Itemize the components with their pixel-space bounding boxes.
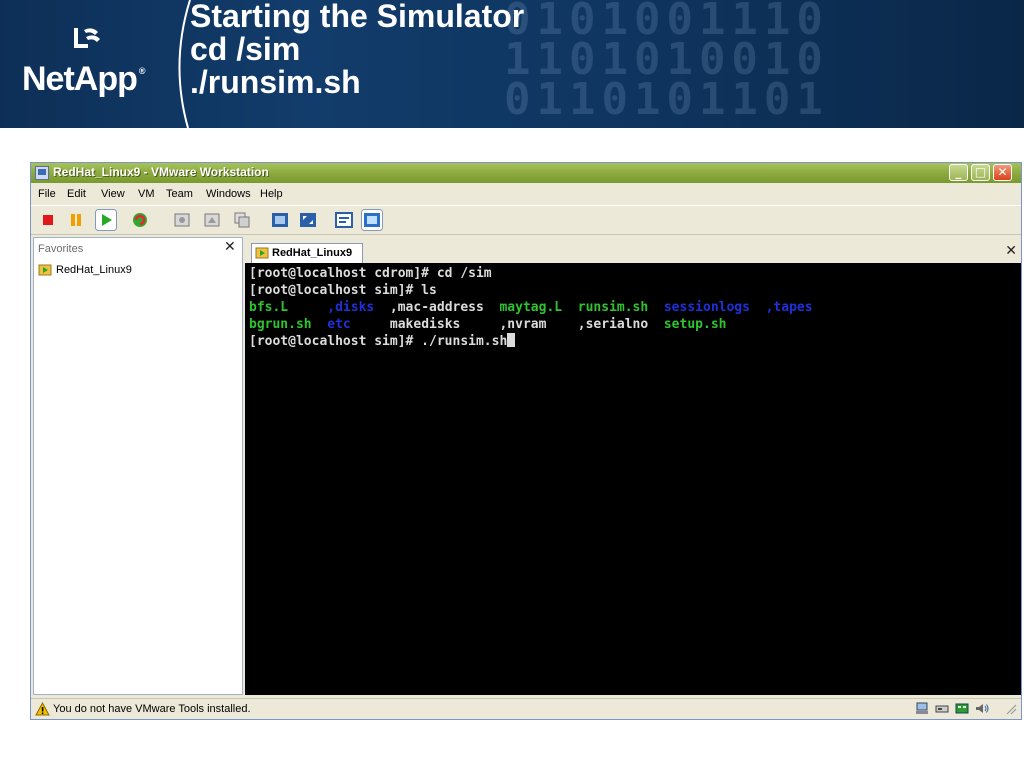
window-title: RedHat_Linux9 - VMware Workstation (53, 165, 269, 179)
minimize-button[interactable]: _ (949, 164, 968, 181)
console-tab-strip: RedHat_Linux9 ✕ (245, 241, 1021, 263)
vm-console-terminal[interactable]: [root@localhost cdrom]# cd /sim [root@loc… (245, 263, 1021, 695)
close-button[interactable]: ✕ (993, 164, 1012, 181)
hard-disk-icon[interactable] (935, 702, 949, 715)
status-bar: You do not have VMware Tools installed. (31, 698, 1021, 719)
reset-icon[interactable] (131, 211, 149, 229)
vm-running-icon (38, 264, 52, 276)
netapp-logo-mark-icon (74, 28, 100, 48)
terminal-text: maytag.L (499, 300, 578, 315)
summary-view-icon[interactable] (335, 211, 353, 229)
terminal-text: makedisks (389, 317, 500, 332)
menu-team[interactable]: Team (166, 188, 193, 200)
binary-background-decoration: 0101001110 1101010010 0110101101 (504, 0, 829, 125)
revert-snapshot-icon[interactable] (203, 211, 221, 229)
terminal-text: ,disks (327, 300, 390, 315)
status-message: You do not have VMware Tools installed. (53, 703, 251, 715)
terminal-cursor (507, 333, 516, 347)
logo-wordmark: NetApp ® (22, 60, 145, 98)
tab-close-button[interactable]: ✕ (1005, 243, 1017, 259)
favorites-close-button[interactable]: ✕ (224, 239, 236, 255)
favorites-title: Favorites (38, 243, 84, 255)
terminal-text: [root@localhost cdrom]# cd /sim (249, 266, 492, 281)
warning-icon (35, 702, 50, 716)
tab-redhat-linux9[interactable]: RedHat_Linux9 (251, 243, 363, 263)
terminal-text: [root@localhost sim]# ./runsim.sh (249, 334, 508, 349)
terminal-text: sessionlogs (663, 300, 766, 315)
title-line: ./runsim.sh (190, 64, 361, 100)
snapshot-manager-icon[interactable] (233, 211, 251, 229)
terminal-text: ,mac-address (389, 300, 500, 315)
tab-label: RedHat_Linux9 (272, 247, 353, 259)
netapp-logo: NetApp ® (18, 20, 168, 110)
terminal-text: setup.sh (663, 317, 727, 332)
terminal-line: bgrun.sh etc makedisks ,nvram ,serialno … (249, 316, 1021, 333)
slide-header: 0101001110 1101010010 0110101101 NetApp ® S… (0, 0, 1024, 128)
terminal-text: ,nvram (499, 317, 578, 332)
vm-running-icon (255, 247, 269, 259)
window-titlebar[interactable]: RedHat_Linux9 - VMware Workstation _ □ ✕ (31, 163, 1021, 183)
terminal-line: [root@localhost cdrom]# cd /sim (249, 265, 1021, 282)
terminal-text: [root@localhost sim]# ls (249, 283, 437, 298)
snapshot-icon[interactable] (173, 211, 191, 229)
toolbar (31, 205, 1021, 235)
menu-view[interactable]: View (101, 188, 125, 200)
menu-file[interactable]: File (38, 188, 56, 200)
terminal-text: ,tapes (765, 300, 813, 315)
resize-grip-icon[interactable] (1003, 702, 1017, 715)
suspend-icon[interactable] (67, 211, 85, 229)
slide-title: Starting the Simulator cd /sim ./runsim.… (190, 0, 524, 99)
terminal-text: ,serialno (577, 317, 664, 332)
network-adapter-icon[interactable] (955, 702, 969, 715)
power-off-icon[interactable] (39, 211, 57, 229)
terminal-text: etc (327, 317, 390, 332)
menu-windows[interactable]: Windows (206, 188, 251, 200)
menu-vm[interactable]: VM (138, 188, 155, 200)
title-line: cd /sim (190, 31, 301, 67)
quick-switch-icon[interactable] (299, 211, 317, 229)
vmware-window: RedHat_Linux9 - VMware Workstation _ □ ✕… (30, 162, 1022, 720)
maximize-button[interactable]: □ (971, 164, 990, 181)
favorites-panel: Favorites ✕ RedHat_Linux9 (33, 237, 243, 695)
full-screen-icon[interactable] (271, 211, 289, 229)
terminal-line: bfs.L ,disks ,mac-address maytag.L runsi… (249, 299, 1021, 316)
network-icon[interactable] (915, 702, 929, 715)
terminal-text: runsim.sh (577, 300, 664, 315)
terminal-line: [root@localhost sim]# ls (249, 282, 1021, 299)
terminal-line: [root@localhost sim]# ./runsim.sh (249, 333, 1021, 350)
menu-help[interactable]: Help (260, 188, 283, 200)
vmware-app-icon (35, 166, 49, 180)
terminal-text: bfs.L (249, 300, 328, 315)
power-on-icon[interactable] (95, 209, 117, 231)
terminal-text: bgrun.sh (249, 317, 328, 332)
sound-icon[interactable] (975, 702, 989, 715)
console-view-icon[interactable] (361, 209, 383, 231)
title-line: Starting the Simulator (190, 0, 525, 34)
menu-edit[interactable]: Edit (67, 188, 86, 200)
menu-bar: File Edit View VM Team Windows Help (31, 184, 1021, 204)
favorites-item-label: RedHat_Linux9 (56, 264, 132, 276)
